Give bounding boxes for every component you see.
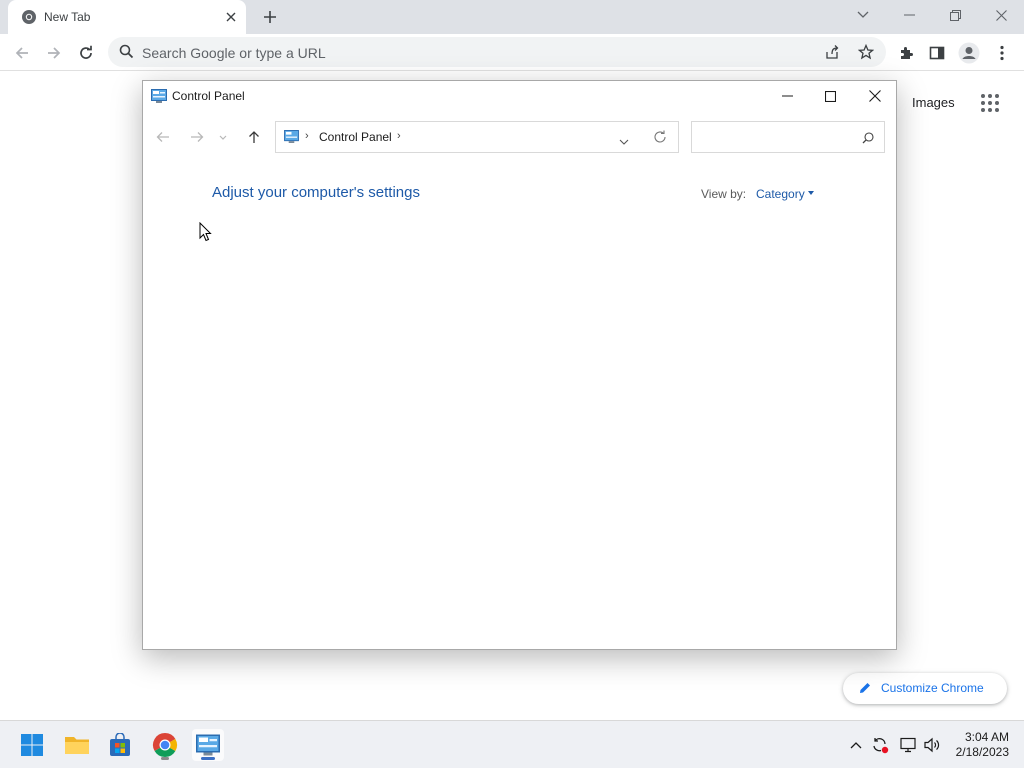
address-bar[interactable]: › Control Panel › — [275, 121, 679, 153]
clock-time: 3:04 AM — [964, 730, 1009, 744]
breadcrumb-separator[interactable]: › — [397, 130, 401, 142]
pencil-icon — [858, 681, 872, 700]
cp-minimize-icon[interactable] — [765, 83, 809, 109]
images-link[interactable]: Images — [912, 95, 955, 110]
show-hidden-icons-chevron-icon[interactable] — [846, 736, 866, 754]
control-panel-small-icon — [284, 130, 299, 148]
bookmark-star-icon[interactable] — [856, 43, 876, 61]
recent-locations-chevron-icon[interactable] — [214, 125, 232, 149]
clock[interactable]: 3:04 AM 2/18/2023 — [956, 730, 1009, 760]
tab-title: New Tab — [44, 10, 91, 24]
chrome-taskbar-icon[interactable] — [149, 729, 181, 761]
control-panel-titlebar[interactable]: Control Panel — [143, 81, 896, 111]
cp-back-icon[interactable] — [151, 125, 175, 149]
clock-date: 2/18/2023 — [955, 745, 1009, 759]
omnibox-placeholder: Search Google or type a URL — [142, 45, 326, 61]
search-icon — [862, 131, 874, 149]
running-indicator — [161, 757, 169, 760]
browser-toolbar: Search Google or type a URL — [0, 34, 1024, 71]
chrome-icon — [21, 9, 37, 25]
breadcrumb-control-panel[interactable]: Control Panel — [319, 130, 392, 144]
address-dropdown-icon[interactable] — [619, 132, 629, 150]
tab-search-icon[interactable] — [840, 0, 886, 30]
start-button[interactable] — [16, 729, 48, 761]
side-panel-icon[interactable] — [923, 39, 951, 67]
omnibox[interactable]: Search Google or type a URL — [108, 37, 886, 67]
extensions-icon[interactable] — [892, 39, 920, 67]
view-by-dropdown[interactable]: Category — [756, 187, 805, 201]
taskbar: 3:04 AM 2/18/2023 — [0, 720, 1024, 768]
profile-avatar-icon[interactable] — [955, 39, 983, 67]
view-by-label: View by: — [701, 187, 747, 201]
reload-icon[interactable] — [72, 39, 100, 67]
cp-forward-icon[interactable] — [185, 125, 209, 149]
search-icon — [119, 44, 134, 64]
close-tab-icon[interactable] — [222, 8, 240, 26]
control-panel-icon — [151, 89, 167, 108]
back-icon[interactable] — [8, 39, 36, 67]
chrome-menu-icon[interactable] — [988, 39, 1016, 67]
control-panel-taskbar-icon[interactable] — [192, 729, 224, 761]
mouse-cursor-icon — [199, 221, 212, 247]
customize-chrome-label: Customize Chrome — [881, 681, 984, 695]
view-by-caret-icon[interactable] — [808, 191, 814, 195]
tab-strip: New Tab — [0, 0, 1024, 34]
sync-status-icon[interactable] — [870, 736, 890, 754]
new-tab-button[interactable] — [258, 6, 282, 28]
breadcrumb-separator[interactable]: › — [305, 130, 309, 142]
cp-maximize-icon[interactable] — [808, 83, 852, 109]
restore-icon[interactable] — [932, 0, 978, 30]
minimize-icon[interactable] — [886, 0, 932, 30]
control-panel-window: Control Panel › Control Panel › Adjust y… — [142, 80, 897, 650]
microsoft-store-icon[interactable] — [104, 729, 136, 761]
active-indicator — [201, 757, 215, 760]
forward-icon[interactable] — [40, 39, 68, 67]
search-control-panel-input[interactable] — [691, 121, 885, 153]
network-icon[interactable] — [898, 736, 918, 754]
refresh-icon[interactable] — [653, 130, 667, 149]
window-title: Control Panel — [172, 89, 245, 103]
tab-new-tab[interactable]: New Tab — [8, 0, 246, 34]
cp-up-icon[interactable] — [242, 125, 266, 149]
volume-icon[interactable] — [922, 736, 942, 754]
google-apps-icon[interactable] — [980, 93, 1000, 118]
cp-close-icon[interactable] — [853, 83, 897, 109]
close-window-icon[interactable] — [978, 0, 1024, 30]
customize-chrome-button[interactable]: Customize Chrome — [843, 673, 1007, 704]
file-explorer-icon[interactable] — [61, 729, 93, 761]
page-heading: Adjust your computer's settings — [212, 184, 420, 201]
share-icon[interactable] — [822, 43, 842, 61]
